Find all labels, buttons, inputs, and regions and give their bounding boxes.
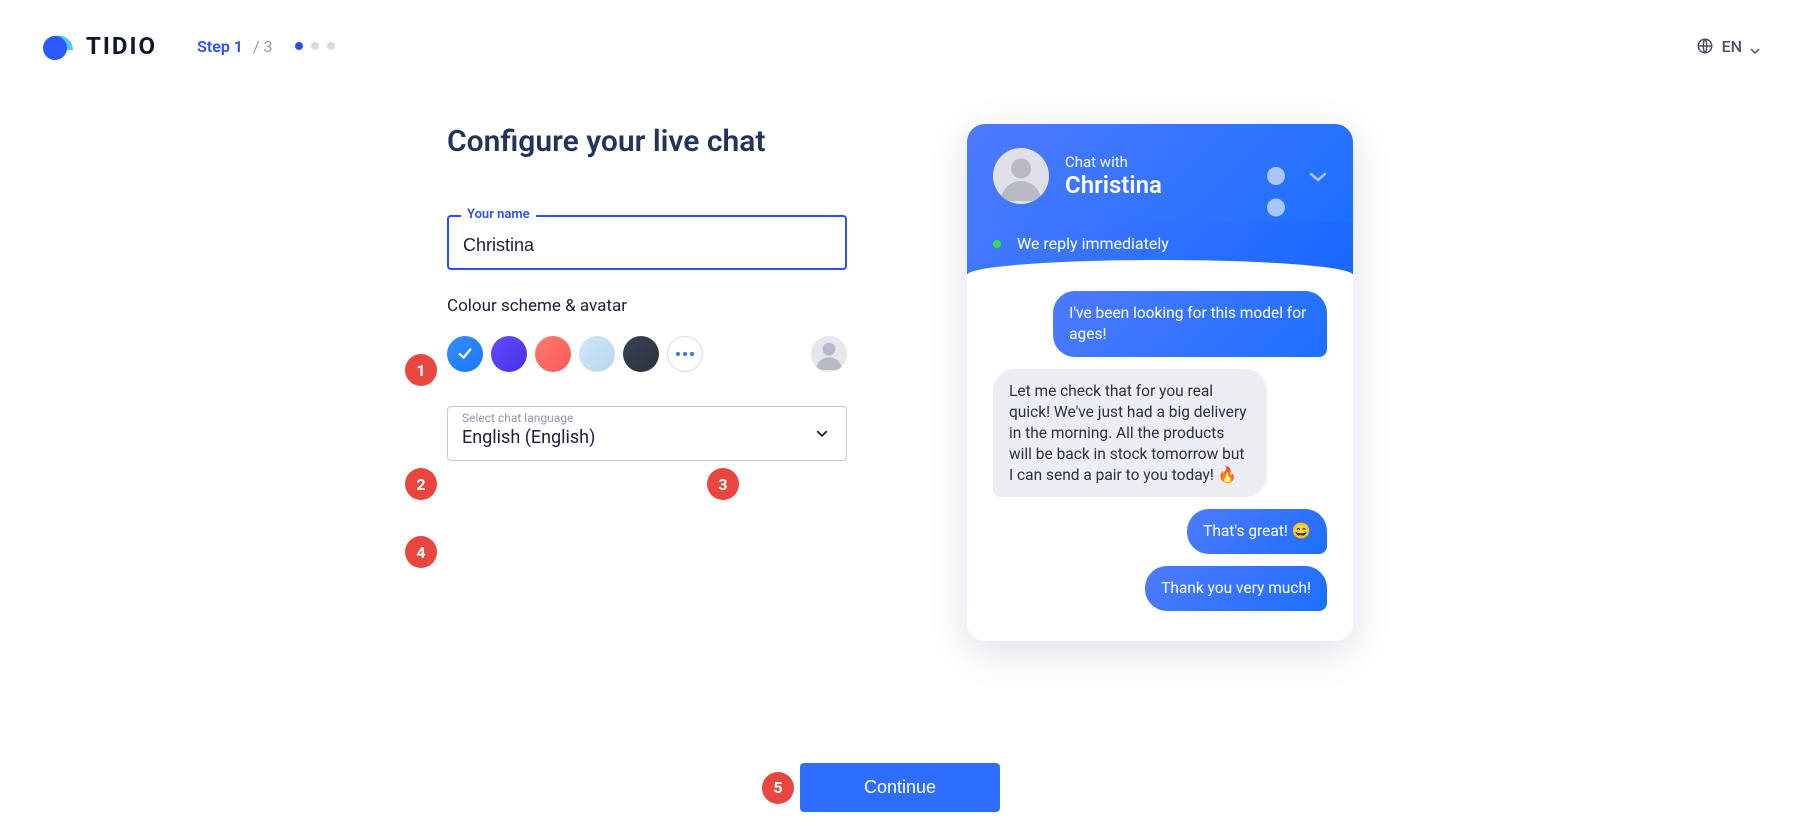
chat-title-group: Chat with Christina (1065, 153, 1162, 199)
callout-badge-5: 5 (762, 772, 794, 804)
brand-name: TIDIO (86, 32, 157, 60)
language-picker[interactable]: EN (1696, 37, 1760, 56)
step-total-label: / 3 (253, 37, 273, 56)
chat-body: I've been looking for this model for age… (967, 277, 1353, 641)
callout-badge-1: 1 (405, 354, 437, 386)
chat-card: Chat with Christina We reply immediately (967, 124, 1353, 641)
chat-status-row: We reply immediately (967, 222, 1353, 277)
callout-badge-3: 3 (707, 468, 739, 500)
header-bar: TIDIO Step 1 / 3 EN (0, 0, 1800, 84)
configure-form: Configure your live chat 1 2 3 4 Your na… (447, 124, 847, 641)
name-input[interactable] (463, 235, 831, 256)
caret-down-icon (816, 424, 828, 443)
step-current-label: Step 1 (197, 37, 243, 56)
main-content: Configure your live chat 1 2 3 4 Your na… (0, 84, 1800, 641)
swatch-charcoal[interactable] (623, 336, 659, 372)
chat-status-text: We reply immediately (1017, 234, 1169, 253)
language-select[interactable]: Select chat language English (English) (447, 406, 847, 461)
callout-badge-4: 4 (405, 536, 437, 568)
swatch-more-button[interactable] (667, 336, 703, 372)
step-dots (295, 42, 335, 50)
swatch-lightblue[interactable] (579, 336, 615, 372)
chat-message-user: That's great! 😄 (1187, 509, 1327, 554)
swatch-blue[interactable] (447, 336, 483, 372)
name-field-label: Your name (461, 207, 536, 222)
minimize-chevron-icon[interactable] (1309, 167, 1327, 185)
tidio-logo-icon (40, 28, 76, 64)
callout-badge-2: 2 (405, 468, 437, 500)
step-dot-1 (295, 42, 303, 50)
name-field-wrap: Your name (447, 215, 847, 270)
color-section-label: Colour scheme & avatar (447, 296, 847, 316)
online-status-dot-icon (993, 240, 1001, 248)
chat-header-actions (1267, 167, 1327, 185)
language-select-value: English (English) (462, 427, 832, 448)
continue-button[interactable]: Continue (800, 763, 1000, 812)
caret-down-icon (1750, 41, 1760, 51)
step-dot-3 (327, 42, 335, 50)
swatch-coral[interactable] (535, 336, 571, 372)
color-swatch-row (447, 336, 847, 372)
avatar-icon (993, 148, 1049, 204)
page-title: Configure your live chat (447, 124, 847, 159)
chat-with-label: Chat with (1065, 153, 1162, 171)
swatch-indigo[interactable] (491, 336, 527, 372)
footer-inner: 5 Continue (800, 763, 1000, 812)
footer-bar: 5 Continue (0, 741, 1800, 834)
chat-message-user: Thank you very much! (1145, 566, 1327, 611)
chat-operator-name: Christina (1065, 171, 1162, 199)
kebab-menu-icon[interactable] (1267, 167, 1285, 185)
step-dot-2 (311, 42, 319, 50)
brand-logo: TIDIO (40, 28, 157, 64)
globe-icon (1696, 37, 1714, 55)
chat-preview: Chat with Christina We reply immediately (967, 124, 1353, 641)
chat-message-agent: Let me check that for you real quick! We… (993, 369, 1267, 498)
language-select-label: Select chat language (462, 411, 573, 425)
avatar-preview-button[interactable] (811, 336, 847, 372)
language-code: EN (1722, 37, 1742, 56)
header-left: TIDIO Step 1 / 3 (40, 28, 335, 64)
chat-message-user: I've been looking for this model for age… (1053, 291, 1327, 357)
step-indicator: Step 1 / 3 (197, 37, 334, 56)
chat-header: Chat with Christina (967, 124, 1353, 222)
